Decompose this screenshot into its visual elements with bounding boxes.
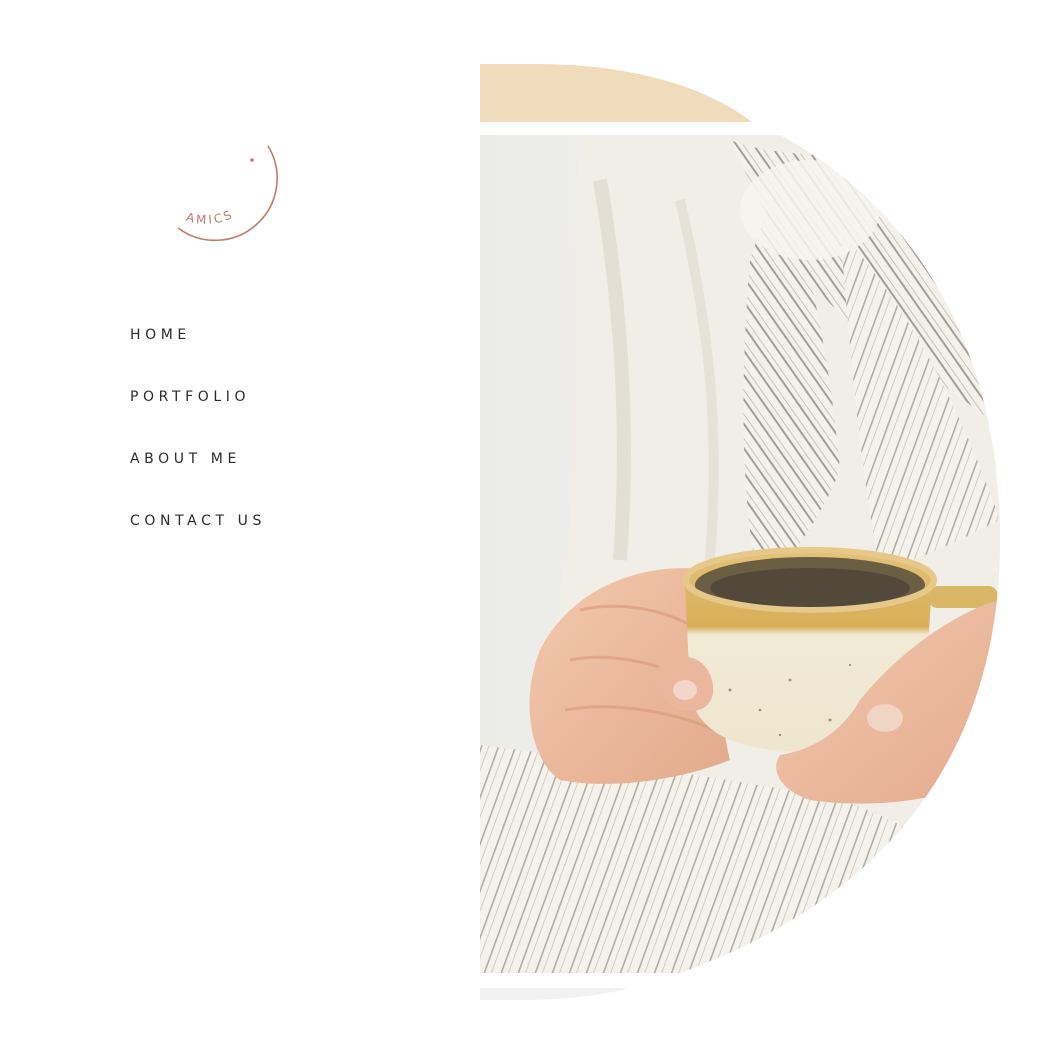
nav-item-contact-us: CONTACT US	[130, 512, 266, 530]
nav-item-home: HOME	[130, 326, 266, 344]
nav-link-about-me[interactable]: ABOUT ME	[130, 451, 241, 467]
logo-text: AMICS	[185, 207, 234, 227]
brand-logo[interactable]: AMICS	[160, 128, 290, 248]
nav-item-about-me: ABOUT ME	[130, 450, 266, 468]
hero-image	[480, 0, 1064, 1064]
nav-link-home[interactable]: HOME	[130, 327, 191, 343]
main-nav: HOME PORTFOLIO ABOUT ME CONTACT US	[130, 326, 266, 574]
nav-item-portfolio: PORTFOLIO	[130, 388, 266, 406]
nav-link-portfolio[interactable]: PORTFOLIO	[130, 389, 250, 405]
top-accent-arc	[480, 64, 752, 122]
svg-text:AMICS: AMICS	[185, 207, 236, 227]
logo-circle-icon: AMICS	[177, 145, 278, 242]
page: AMICS HOME PORTFOLIO ABOUT ME CONTACT US	[0, 0, 1064, 1064]
nav-link-contact-us[interactable]: CONTACT US	[130, 513, 266, 529]
hero-photo-illustration	[480, 64, 1000, 1000]
